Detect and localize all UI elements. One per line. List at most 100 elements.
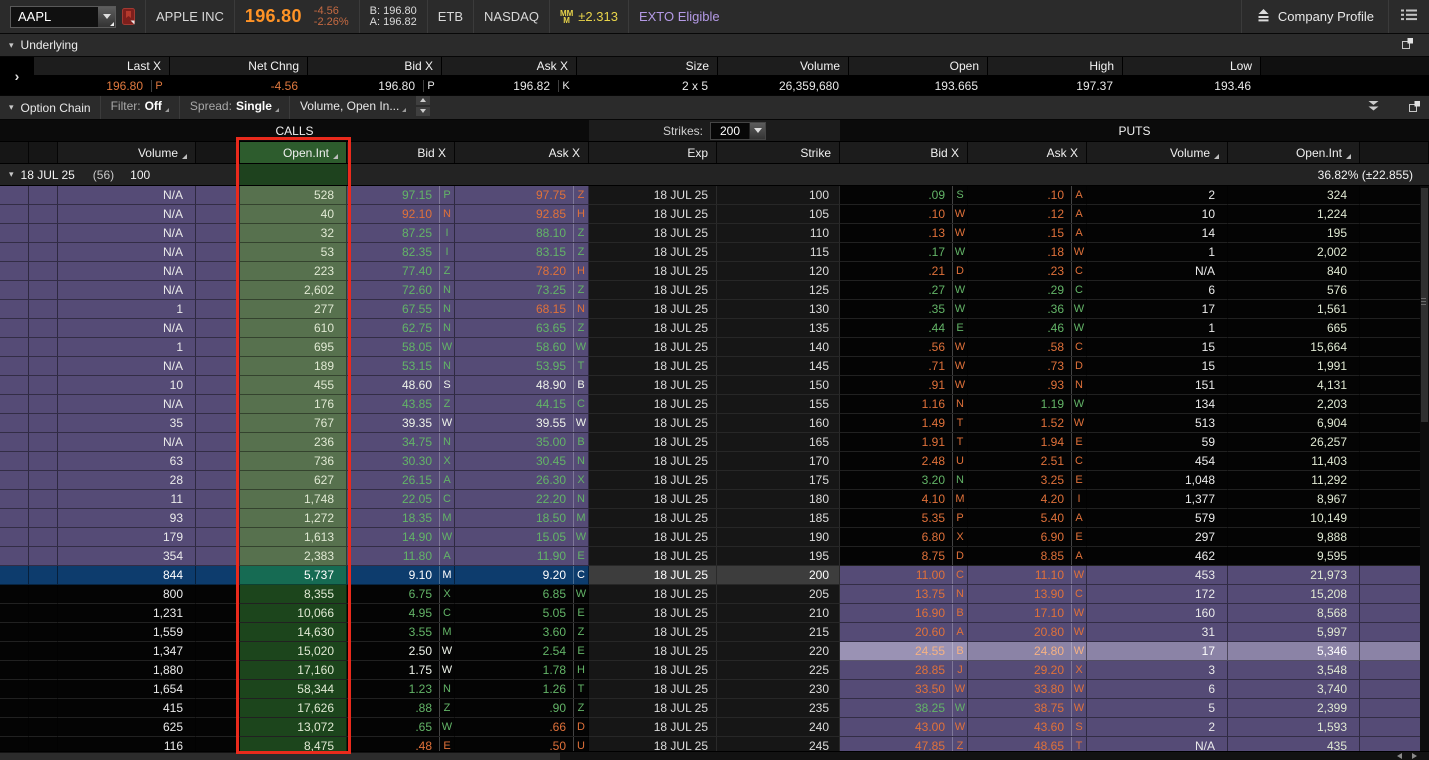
strike-cell[interactable]: 115 — [717, 243, 840, 262]
menu-button[interactable] — [1388, 0, 1429, 33]
call-ask-cell[interactable]: 53.95 T — [455, 357, 589, 376]
underlying-column-header[interactable]: High — [988, 57, 1123, 76]
strike-cell[interactable]: 200 — [717, 566, 840, 585]
call-ask-cell[interactable]: 3.60 Z — [455, 623, 589, 642]
put-bid-cell[interactable]: 2.48 U — [840, 452, 968, 471]
call-bid-cell[interactable]: 3.55 M — [347, 623, 455, 642]
strike-cell[interactable]: 135 — [717, 319, 840, 338]
strike-cell[interactable]: 225 — [717, 661, 840, 680]
option-row[interactable]: N/A 223 77.40 Z 78.20 H 18 JUL 25 120 .21 D… — [0, 262, 1429, 281]
put-bid-cell[interactable]: 6.80 X — [840, 528, 968, 547]
put-bid-cell[interactable]: .17 W — [840, 243, 968, 262]
option-row[interactable]: 1 277 67.55 N 68.15 N 18 JUL 25 130 .35 W .… — [0, 300, 1429, 319]
put-ask-cell[interactable]: .93 N — [968, 376, 1087, 395]
put-ask-cell[interactable]: .12 A — [968, 205, 1087, 224]
call-bid-cell[interactable]: 18.35 M — [347, 509, 455, 528]
underlying-column-header[interactable]: Ask X — [442, 57, 577, 76]
option-row[interactable]: 844 5,737 9.10 M 9.20 C 18 JUL 25 200 11.0… — [0, 566, 1429, 585]
call-bid-cell[interactable]: 43.85 Z — [347, 395, 455, 414]
underlying-column-header[interactable]: Net Chng — [170, 57, 308, 76]
put-ask-cell[interactable]: .15 A — [968, 224, 1087, 243]
call-ask-cell[interactable]: 73.25 Z — [455, 281, 589, 300]
call-ask-cell[interactable]: 1.26 T — [455, 680, 589, 699]
put-open-interest-header[interactable]: Open.Int — [1228, 142, 1360, 163]
option-row[interactable]: 63 736 30.30 X 30.45 N 18 JUL 25 170 2.48 U… — [0, 452, 1429, 471]
put-ask-cell[interactable]: 1.19 W — [968, 395, 1087, 414]
underlying-section-header[interactable]: ▾ Underlying — [0, 34, 1429, 57]
call-ask-cell[interactable]: 97.75 Z — [455, 186, 589, 205]
call-ask-cell[interactable]: 30.45 N — [455, 452, 589, 471]
call-ask-cell[interactable]: .66 D — [455, 718, 589, 737]
strike-cell[interactable]: 130 — [717, 300, 840, 319]
call-ask-cell[interactable]: 68.15 N — [455, 300, 589, 319]
option-row[interactable]: N/A 176 43.85 Z 44.15 C 18 JUL 25 155 1.16… — [0, 395, 1429, 414]
scroll-left-icon[interactable] — [1397, 753, 1402, 759]
call-bid-cell[interactable]: 77.40 Z — [347, 262, 455, 281]
strike-cell[interactable]: 155 — [717, 395, 840, 414]
put-bid-cell[interactable]: 24.55 B — [840, 642, 968, 661]
put-ask-cell[interactable]: 24.80 W — [968, 642, 1087, 661]
scroll-right-icon[interactable] — [1412, 753, 1417, 759]
put-bid-cell[interactable]: .21 D — [840, 262, 968, 281]
call-ask-cell[interactable]: 11.90 E — [455, 547, 589, 566]
option-row[interactable]: 1,347 15,020 2.50 W 2.54 E 18 JUL 25 220 2… — [0, 642, 1429, 661]
strike-cell[interactable]: 110 — [717, 224, 840, 243]
exp-header[interactable]: Exp — [589, 142, 717, 163]
option-row[interactable]: 28 627 26.15 A 26.30 X 18 JUL 25 175 3.20 N… — [0, 471, 1429, 490]
strike-cell[interactable]: 140 — [717, 338, 840, 357]
option-row[interactable]: 1 695 58.05 W 58.60 W 18 JUL 25 140 .56 W .… — [0, 338, 1429, 357]
symbol-value[interactable]: AAPL — [11, 9, 98, 24]
call-bid-cell[interactable]: 2.50 W — [347, 642, 455, 661]
put-bid-header[interactable]: Bid X — [840, 142, 968, 163]
call-ask-cell[interactable]: 88.10 Z — [455, 224, 589, 243]
call-bid-cell[interactable]: 26.15 A — [347, 471, 455, 490]
option-chain-title-group[interactable]: ▾ Option Chain — [0, 96, 100, 119]
call-ask-cell[interactable]: 78.20 H — [455, 262, 589, 281]
call-ask-cell[interactable]: 5.05 E — [455, 604, 589, 623]
option-row[interactable]: 93 1,272 18.35 M 18.50 M 18 JUL 25 185 5.3… — [0, 509, 1429, 528]
call-ask-cell[interactable]: 9.20 C — [455, 566, 589, 585]
option-row[interactable]: 354 2,383 11.80 A 11.90 E 18 JUL 25 195 8.… — [0, 547, 1429, 566]
call-bid-header[interactable]: Bid X — [347, 142, 455, 163]
strike-cell[interactable]: 230 — [717, 680, 840, 699]
underlying-column-header[interactable]: Open — [849, 57, 988, 76]
option-row[interactable]: 10 455 48.60 S 48.90 B 18 JUL 25 150 .91 W … — [0, 376, 1429, 395]
call-bid-cell[interactable]: 4.95 C — [347, 604, 455, 623]
call-bid-cell[interactable]: 14.90 W — [347, 528, 455, 547]
call-ask-cell[interactable]: 48.90 B — [455, 376, 589, 395]
call-ask-cell[interactable]: 39.55 W — [455, 414, 589, 433]
option-row[interactable]: N/A 528 97.15 P 97.75 Z 18 JUL 25 100 .09 S… — [0, 186, 1429, 205]
spread-control[interactable]: Spread: Single — [178, 96, 289, 119]
put-ask-cell[interactable]: .46 W — [968, 319, 1087, 338]
call-bid-cell[interactable]: .88 Z — [347, 699, 455, 718]
put-bid-cell[interactable]: 13.75 N — [840, 585, 968, 604]
option-row[interactable]: 800 8,355 6.75 X 6.85 W 18 JUL 25 205 13.7… — [0, 585, 1429, 604]
put-ask-cell[interactable]: 43.60 S — [968, 718, 1087, 737]
put-ask-cell[interactable]: 2.51 C — [968, 452, 1087, 471]
put-bid-cell[interactable]: .27 W — [840, 281, 968, 300]
option-row[interactable]: 1,231 10,066 4.95 C 5.05 E 18 JUL 25 210 1… — [0, 604, 1429, 623]
strike-cell[interactable]: 220 — [717, 642, 840, 661]
call-bid-cell[interactable]: 11.80 A — [347, 547, 455, 566]
put-bid-cell[interactable]: .10 W — [840, 205, 968, 224]
strike-cell[interactable]: 160 — [717, 414, 840, 433]
put-ask-cell[interactable]: 17.10 W — [968, 604, 1087, 623]
strike-cell[interactable]: 190 — [717, 528, 840, 547]
put-bid-cell[interactable]: 43.00 W — [840, 718, 968, 737]
strike-cell[interactable]: 235 — [717, 699, 840, 718]
put-bid-cell[interactable]: 16.90 B — [840, 604, 968, 623]
call-bid-cell[interactable]: 48.60 S — [347, 376, 455, 395]
put-bid-cell[interactable]: 38.25 W — [840, 699, 968, 718]
put-bid-cell[interactable]: .91 W — [840, 376, 968, 395]
put-bid-cell[interactable]: 33.50 W — [840, 680, 968, 699]
call-ask-cell[interactable]: 2.54 E — [455, 642, 589, 661]
option-row[interactable]: 625 13,072 .65 W .66 D 18 JUL 25 240 43.00… — [0, 718, 1429, 737]
spinner-down-button[interactable] — [416, 106, 431, 116]
call-ask-cell[interactable]: 58.60 W — [455, 338, 589, 357]
call-bid-cell[interactable]: 82.35 I — [347, 243, 455, 262]
put-bid-cell[interactable]: 1.91 T — [840, 433, 968, 452]
strike-header[interactable]: Strike — [717, 142, 840, 163]
underlying-column-header[interactable]: Volume — [718, 57, 849, 76]
put-bid-cell[interactable]: .13 W — [840, 224, 968, 243]
call-bid-cell[interactable]: .65 W — [347, 718, 455, 737]
